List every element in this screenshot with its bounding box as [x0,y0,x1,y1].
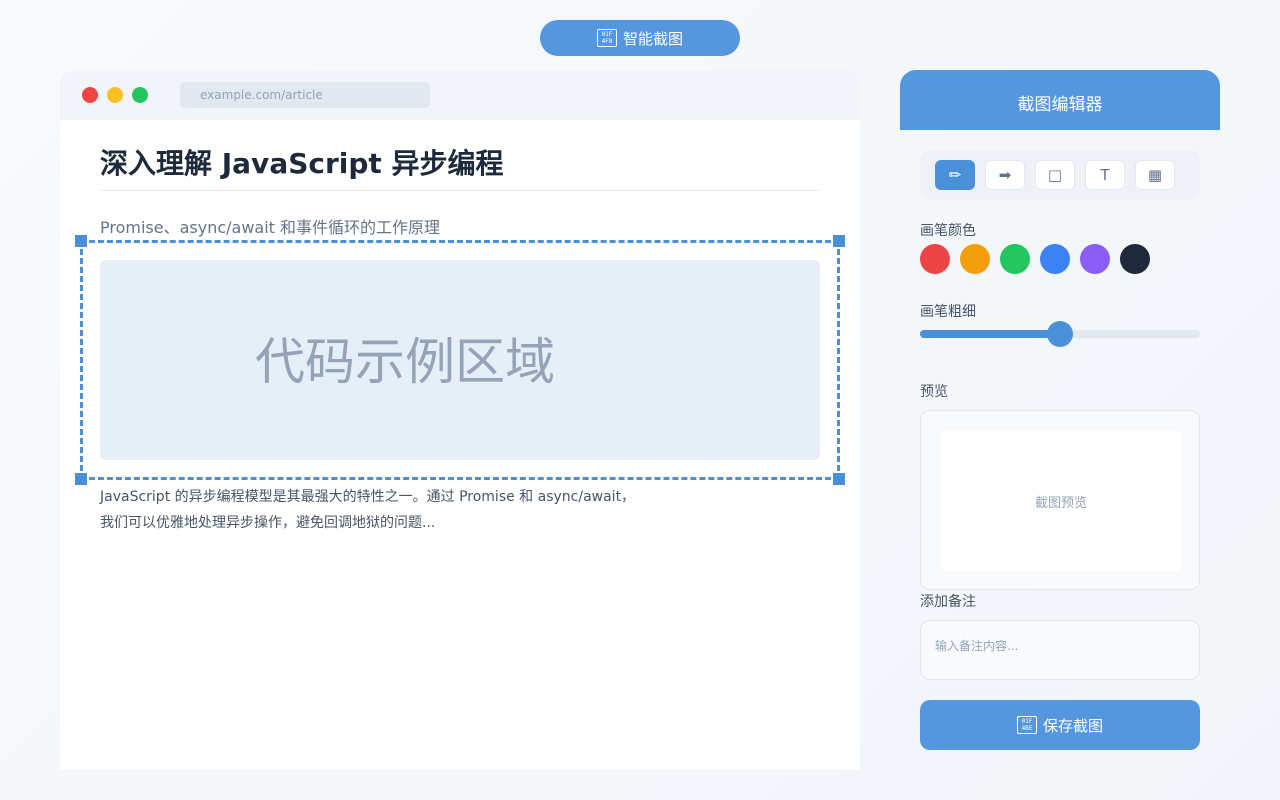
text-tool-button[interactable]: T [1085,160,1125,190]
rectangle-tool-button[interactable]: □ [1035,160,1075,190]
color-swatch-blue[interactable] [1040,244,1070,274]
note-input[interactable] [920,620,1200,680]
preview-placeholder: 截图预览 [1034,495,1087,511]
browser-window: example.com/article 深入理解 JavaScript 异步编程… [60,70,860,770]
smart-screenshot-label: 智能截图 [622,29,683,48]
color-swatch-green[interactable] [1000,244,1030,274]
editor-header: 截图编辑器 [900,70,1220,130]
slider-thumb[interactable] [1047,321,1073,347]
resize-handle-top-left[interactable] [75,235,87,247]
close-window-dot[interactable] [82,87,98,103]
address-bar[interactable]: example.com/article [180,82,430,108]
color-palette [920,244,1150,274]
url-text: example.com/article [200,88,323,102]
pencil-tool-button[interactable]: ✏ [935,160,975,190]
arrow-tool-button[interactable]: ➡ [985,160,1025,190]
save-icon: 01F 4BE [1016,716,1037,734]
color-swatch-dark[interactable] [1120,244,1150,274]
text-icon: T [1100,166,1110,184]
color-swatch-red[interactable] [920,244,950,274]
pen-thickness-label: 画笔粗细 [920,304,976,320]
mosaic-icon: ▦ [1147,166,1163,184]
resize-handle-top-right[interactable] [833,235,845,247]
drawing-toolbar: ✏ ➡ □ T ▦ [920,150,1200,200]
save-button-label: 保存截图 [1042,716,1103,735]
rectangle-icon: □ [1047,166,1063,184]
browser-titlebar: example.com/article [60,70,860,120]
article-body-line-2: 我们可以优雅地处理异步操作，避免回调地狱的问题... [100,515,436,531]
preview-box: 截图预览 [920,410,1200,590]
resize-handle-bottom-left[interactable] [75,473,87,485]
save-screenshot-button[interactable]: 01F 4BE 保存截图 [920,700,1200,750]
color-swatch-purple[interactable] [1080,244,1110,274]
resize-handle-bottom-right[interactable] [833,473,845,485]
slider-fill [920,330,1060,338]
smart-screenshot-button[interactable]: 01F 4F8 智能截图 [540,20,740,56]
article-body: JavaScript 的异步编程模型是其最强大的特性之一。通过 Promise … [100,484,635,536]
pencil-icon: ✏ [948,166,962,184]
article-title: 深入理解 JavaScript 异步编程 [100,147,504,180]
note-label: 添加备注 [920,594,976,610]
preview-label: 预览 [920,384,948,400]
title-divider [100,190,820,191]
arrow-icon: ➡ [998,166,1012,184]
editor-title: 截图编辑器 [1017,94,1103,115]
mosaic-tool-button[interactable]: ▦ [1135,160,1175,190]
minimize-window-dot[interactable] [107,87,123,103]
maximize-window-dot[interactable] [132,87,148,103]
pen-color-label: 画笔颜色 [920,223,976,239]
preview-area: 截图预览 [941,431,1181,571]
camera-icon: 01F 4F8 [596,29,617,47]
article-subtitle: Promise、async/await 和事件循环的工作原理 [100,218,441,237]
color-swatch-orange[interactable] [960,244,990,274]
pen-thickness-slider[interactable] [920,321,1200,347]
article-body-line-1: JavaScript 的异步编程模型是其最强大的特性之一。通过 Promise … [100,489,636,505]
screenshot-selection-box[interactable] [75,235,845,485]
screenshot-editor-panel: 截图编辑器 ✏ ➡ □ T ▦ 画笔颜色 画笔粗细 预览 截图预览 添加备注 0… [900,70,1220,770]
